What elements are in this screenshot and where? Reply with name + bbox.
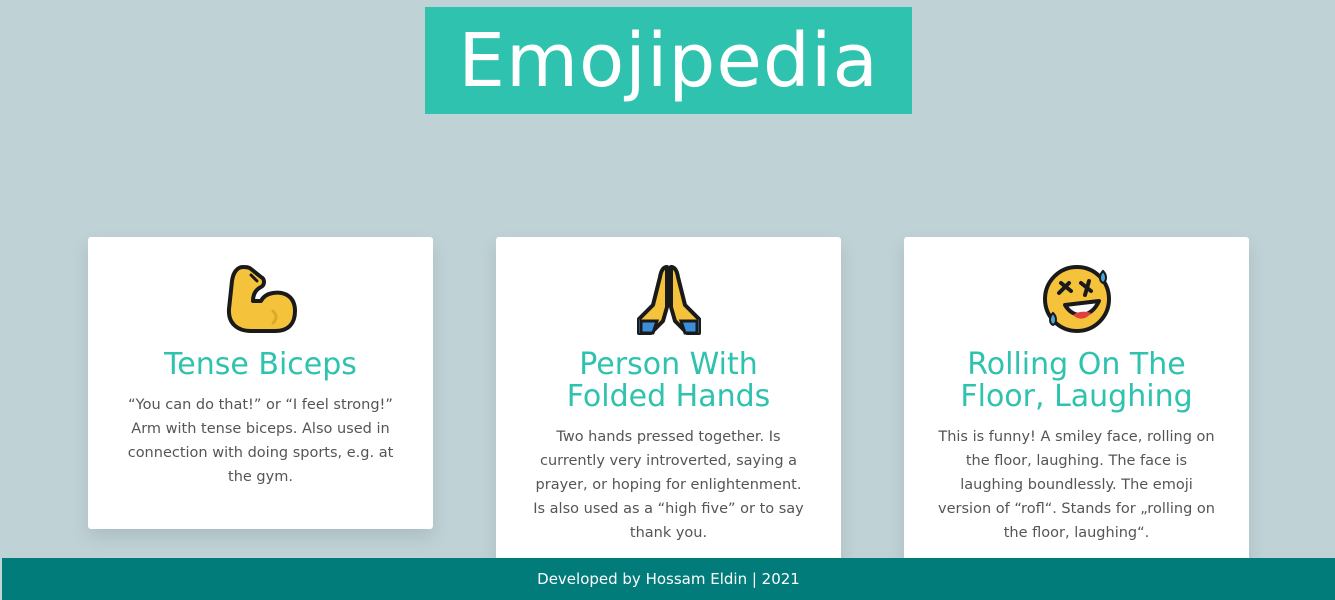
emoji-card-folded-hands: Person With Folded Hands Two hands press… bbox=[496, 237, 841, 577]
site-title: Emojipedia bbox=[458, 17, 879, 104]
card-description: This is funny! A smiley face, rolling on… bbox=[938, 429, 1215, 541]
site-header: Emojipedia bbox=[425, 7, 912, 114]
card-title: Person With Folded Hands bbox=[566, 347, 771, 414]
emoji-card-rofl: Rolling On The Floor, Laughing This is f… bbox=[904, 237, 1249, 577]
card-description: “You can do that!” or “I feel strong!” A… bbox=[127, 397, 394, 485]
rolling-on-floor-laughing-icon bbox=[1042, 265, 1111, 333]
card-title: Rolling On The Floor, Laughing bbox=[960, 347, 1193, 414]
page: Emojipedia Tense Biceps “You can do that… bbox=[0, 0, 1335, 600]
card-description: Two hands pressed together. Is currently… bbox=[533, 429, 804, 541]
flexed-biceps-icon bbox=[226, 265, 297, 333]
footer-credit: Developed by Hossam Eldin | 2021 bbox=[537, 570, 800, 588]
emoji-card-tense-biceps: Tense Biceps “You can do that!” or “I fe… bbox=[88, 237, 433, 529]
site-footer: Developed by Hossam Eldin | 2021 bbox=[2, 558, 1335, 600]
card-title: Tense Biceps bbox=[164, 347, 357, 382]
folded-hands-icon bbox=[636, 265, 701, 335]
